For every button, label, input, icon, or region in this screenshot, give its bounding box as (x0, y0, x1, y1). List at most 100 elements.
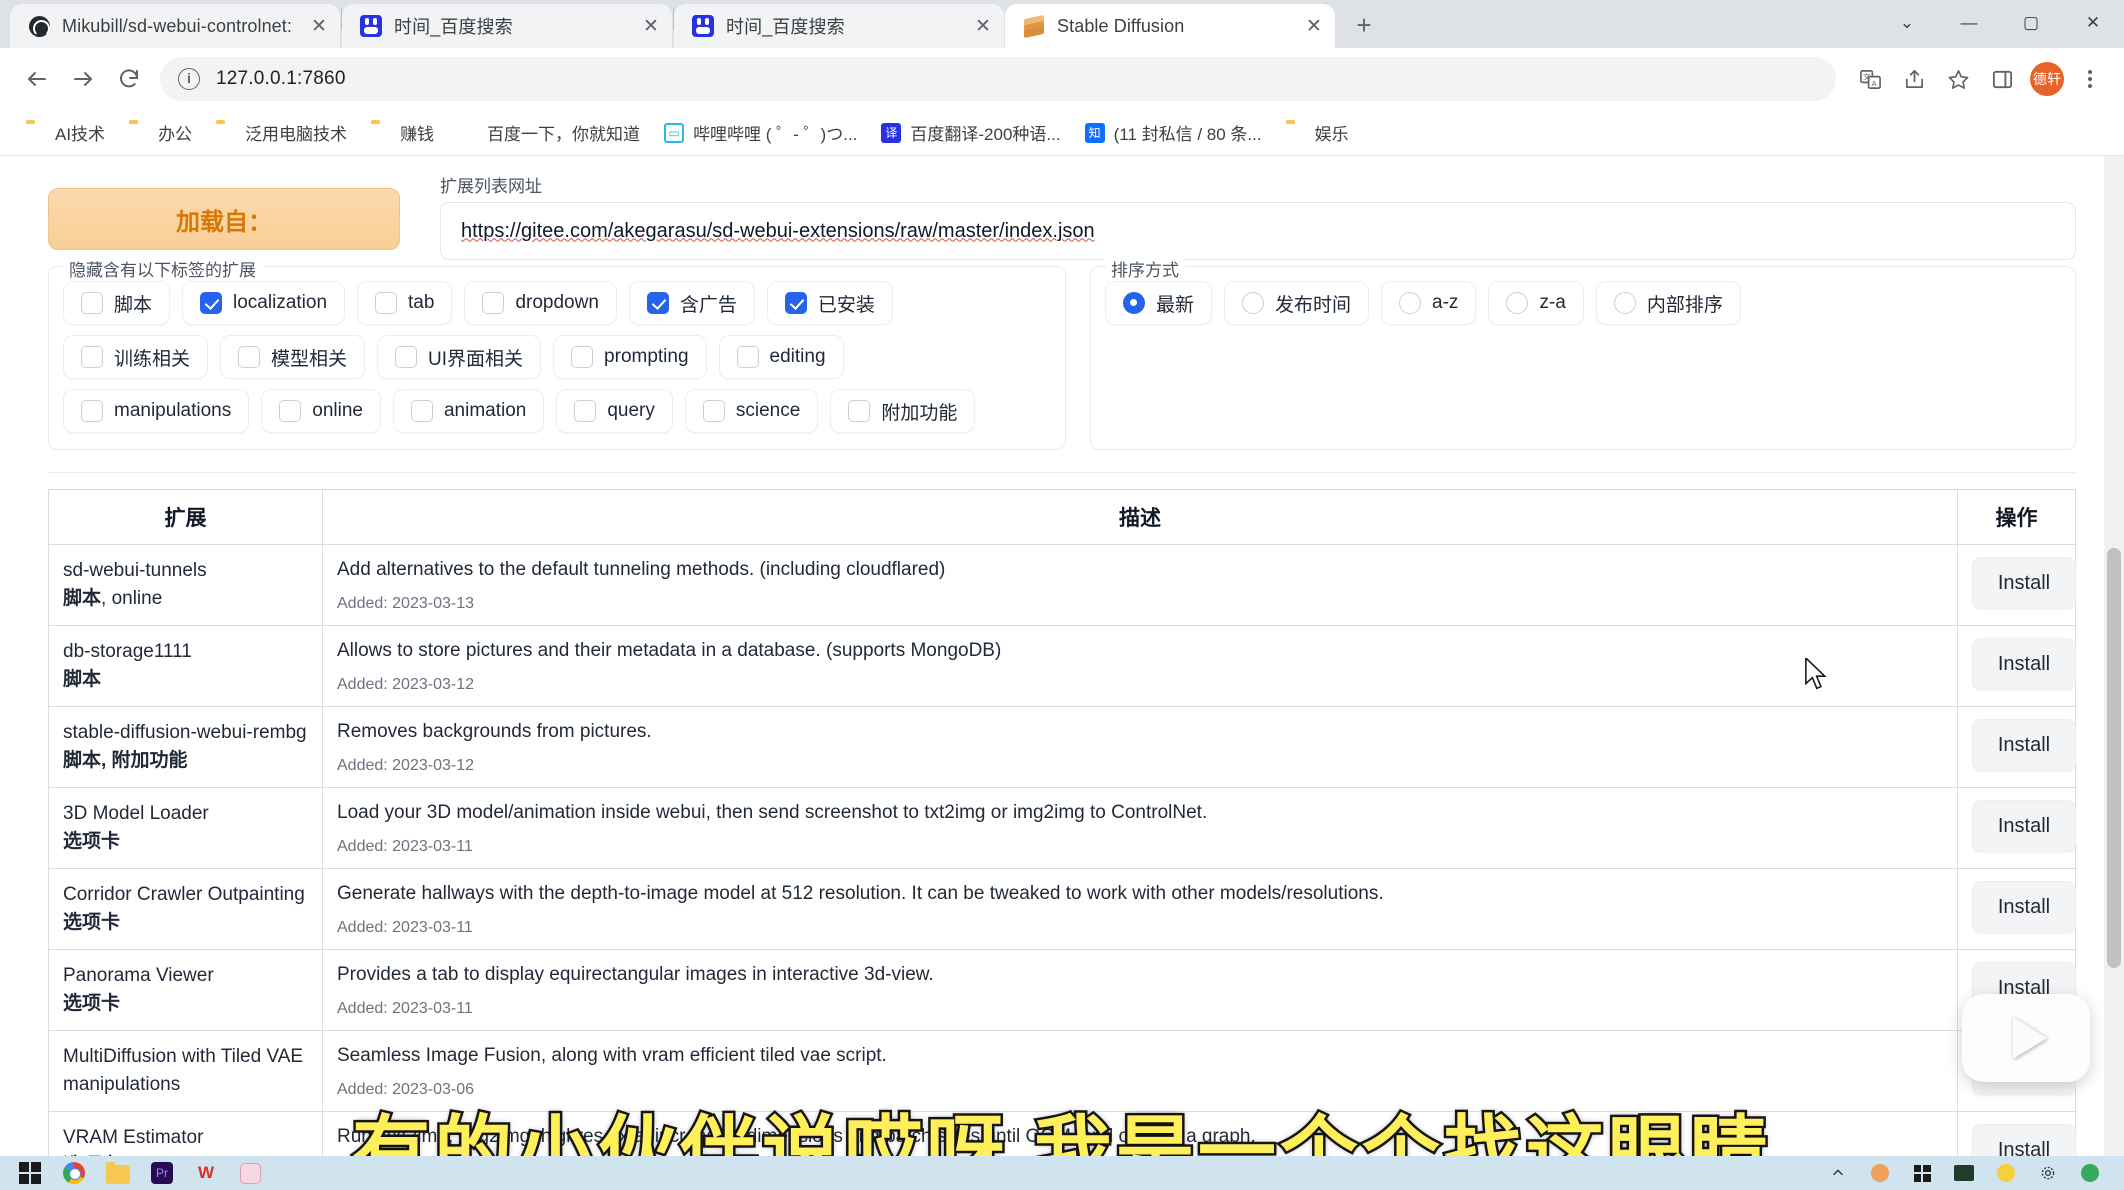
browser-tab-2[interactable]: 时间_百度搜索 ✕ (674, 4, 1004, 48)
profile-avatar[interactable]: 德轩 (2030, 62, 2064, 96)
install-button[interactable]: Install (1972, 557, 2076, 609)
checkbox-box[interactable] (81, 292, 103, 314)
tab-close-button[interactable]: ✕ (970, 13, 996, 39)
tab-close-button[interactable]: ✕ (306, 13, 332, 39)
checkbox-online[interactable]: online (261, 389, 381, 433)
site-info-icon[interactable]: i (178, 68, 200, 90)
bookmark-make-money[interactable]: 赚钱 (361, 115, 444, 151)
forward-icon[interactable] (60, 56, 106, 102)
more-menu-icon[interactable] (2070, 59, 2110, 99)
tray-download-icon[interactable] (1994, 1161, 2018, 1185)
checkbox-box[interactable] (574, 400, 597, 422)
extension-index-url-input[interactable]: https://gitee.com/akegarasu/sd-webui-ext… (440, 202, 2076, 260)
checkbox-box[interactable] (848, 400, 871, 422)
bookmark-baidu-fanyi[interactable]: 译 百度翻译-200种语... (871, 115, 1070, 151)
checkbox-box[interactable] (395, 346, 418, 368)
header-extension[interactable]: 扩展 (48, 489, 323, 545)
checkbox-box[interactable] (646, 292, 669, 314)
browser-tab-3-active[interactable]: Stable Diffusion ✕ (1005, 4, 1335, 48)
file-explorer-icon[interactable] (106, 1161, 130, 1185)
checkbox-box[interactable] (482, 292, 505, 314)
checkbox-installed[interactable]: 已安装 (766, 281, 893, 325)
install-button[interactable]: Install (1972, 719, 2076, 772)
tray-settings-gear-icon[interactable] (2036, 1161, 2060, 1185)
radio-dot[interactable] (1506, 292, 1529, 314)
windows-start-icon[interactable] (18, 1161, 42, 1185)
install-button[interactable]: Install (1972, 800, 2076, 853)
checkbox-query[interactable]: query (556, 389, 673, 433)
checkbox-animation[interactable]: animation (392, 389, 545, 433)
chrome-taskbar-icon[interactable] (62, 1161, 86, 1185)
browser-tab-1[interactable]: 时间_百度搜索 ✕ (342, 4, 672, 48)
floating-play-widget[interactable] (1962, 994, 2090, 1082)
bookmark-office[interactable]: 办公 (119, 115, 202, 151)
tray-green-icon[interactable] (2078, 1161, 2102, 1185)
radio-z-a[interactable]: z-a (1488, 281, 1584, 325)
maximize-button[interactable]: ▢ (2000, 0, 2062, 46)
bookmark-bilibili[interactable]: ▭ 哔哩哔哩 ( ゜- ゜)つ... (654, 115, 867, 151)
checkbox-box[interactable] (279, 400, 302, 422)
radio-dot[interactable] (1613, 292, 1636, 314)
checkbox-script[interactable]: 脚本 (63, 281, 171, 325)
checkbox-model[interactable]: 模型相关 (220, 335, 366, 379)
premiere-icon[interactable]: Pr (150, 1161, 174, 1185)
checkbox-has-ads[interactable]: 含广告 (628, 281, 755, 325)
checkbox-box[interactable] (784, 292, 807, 314)
side-panel-icon[interactable] (1980, 57, 2024, 101)
translate-icon[interactable]: 文A (1848, 57, 1892, 101)
checkbox-science[interactable]: science (684, 389, 819, 433)
bookmark-zhihu[interactable]: 知 (11 封私信 / 80 条... (1075, 115, 1272, 151)
bookmark-star-icon[interactable] (1936, 57, 1980, 101)
header-action[interactable]: 操作 (1957, 489, 2076, 545)
checkbox-editing[interactable]: editing (718, 335, 844, 379)
bookmark-entertainment[interactable]: 娱乐 (1276, 115, 1359, 151)
checkbox-box[interactable] (571, 346, 594, 368)
checkbox-training[interactable]: 训练相关 (63, 335, 209, 379)
wps-icon[interactable]: W (194, 1161, 218, 1185)
checkbox-box[interactable] (375, 292, 398, 314)
radio-dot[interactable] (1399, 292, 1422, 314)
bookmark-computer-tech[interactable]: 泛用电脑技术 (206, 115, 357, 151)
play-icon[interactable] (2013, 1017, 2047, 1059)
tab-search-chevron-icon[interactable]: ⌄ (1876, 0, 1938, 46)
tray-grid-icon[interactable] (1910, 1161, 1934, 1185)
checkbox-box[interactable] (736, 346, 759, 368)
radio-dot[interactable] (1242, 292, 1265, 314)
checkbox-box[interactable] (200, 292, 223, 314)
checkbox-box[interactable] (410, 400, 433, 422)
bookmark-ai-tech[interactable]: AI技术 (16, 115, 115, 151)
browser-tab-0[interactable]: Mikubill/sd-webui-controlnet: ✕ (10, 4, 340, 48)
checkbox-box[interactable] (81, 400, 103, 422)
app-icon[interactable] (238, 1161, 262, 1185)
install-button[interactable]: Install (1972, 638, 2076, 691)
tab-close-button[interactable]: ✕ (1301, 13, 1327, 39)
checkbox-box[interactable] (238, 346, 261, 368)
new-tab-button[interactable]: + (1344, 5, 1384, 45)
radio-newest[interactable]: 最新 (1105, 281, 1213, 325)
checkbox-manipulations[interactable]: manipulations (63, 389, 250, 433)
radio-internal-order[interactable]: 内部排序 (1595, 281, 1741, 325)
share-icon[interactable] (1892, 57, 1936, 101)
minimize-button[interactable]: — (1938, 0, 2000, 46)
address-bar[interactable]: i 127.0.0.1:7860 (160, 57, 1836, 101)
tray-monitor-icon[interactable] (1952, 1161, 1976, 1185)
radio-publish-time[interactable]: 发布时间 (1224, 281, 1370, 325)
back-icon[interactable] (14, 56, 60, 102)
tray-chevron-up-icon[interactable] (1826, 1161, 1850, 1185)
load-from-button[interactable]: 加载自： (48, 188, 400, 250)
close-window-button[interactable]: ✕ (2062, 0, 2124, 46)
checkbox-box[interactable] (81, 346, 103, 368)
tab-close-button[interactable]: ✕ (638, 13, 664, 39)
radio-dot[interactable] (1123, 292, 1145, 314)
checkbox-tab[interactable]: tab (357, 281, 453, 325)
radio-a-z[interactable]: a-z (1381, 281, 1477, 325)
bookmark-baidu[interactable]: 百度一下，你就知道 (448, 115, 650, 151)
checkbox-extra-features[interactable]: 附加功能 (830, 389, 976, 433)
header-description[interactable]: 描述 (322, 489, 1958, 545)
checkbox-localization[interactable]: localization (182, 281, 346, 325)
page-scrollbar[interactable] (2104, 156, 2124, 1156)
checkbox-ui[interactable]: UI界面相关 (377, 335, 542, 379)
install-button[interactable]: Install (1972, 881, 2076, 934)
checkbox-box[interactable] (702, 400, 725, 422)
checkbox-prompting[interactable]: prompting (553, 335, 707, 379)
